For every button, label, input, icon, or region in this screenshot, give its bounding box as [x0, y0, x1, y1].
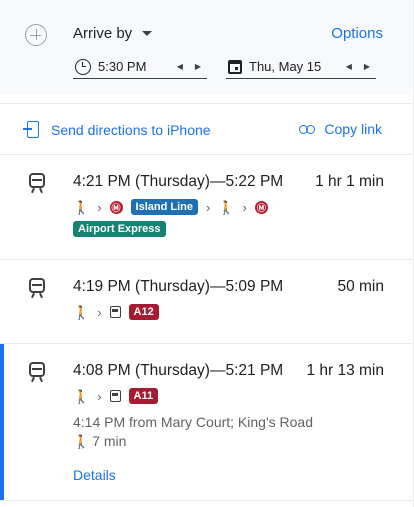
- directions-panel: Arrive by Options 5:30 PM ◀ ▶ Thu, May 1…: [0, 0, 414, 507]
- date-stepper: ◀ ▶: [346, 62, 376, 71]
- time-stepper: ◀ ▶: [177, 62, 207, 71]
- clock-icon: [75, 58, 91, 75]
- bus-icon: [109, 390, 121, 402]
- route-times: 4:08 PM (Thursday)—5:21 PM: [73, 362, 284, 379]
- arrive-by-dropdown[interactable]: Arrive by: [73, 25, 153, 42]
- time-next-button[interactable]: ▶: [195, 62, 201, 71]
- walk-icon: 🚶: [73, 199, 90, 215]
- chevron-right-icon: ›: [97, 199, 102, 215]
- time-value[interactable]: 5:30 PM: [98, 59, 146, 74]
- line-badge: Airport Express: [73, 221, 166, 237]
- route-option[interactable]: 4:19 PM (Thursday)—5:09 PM 50 min 🚶 › A1…: [0, 260, 412, 344]
- train-icon: [28, 173, 46, 193]
- chevron-right-icon: ›: [206, 199, 211, 215]
- route-steps: 🚶 › A11: [73, 388, 303, 404]
- time-prev-button[interactable]: ◀: [177, 62, 183, 71]
- copy-link-label: Copy link: [324, 121, 382, 137]
- chevron-right-icon: ›: [242, 199, 247, 215]
- date-value[interactable]: Thu, May 15: [249, 59, 321, 74]
- mtr-icon: Ⓜ: [254, 200, 268, 214]
- chevron-right-icon: ›: [97, 388, 102, 404]
- route-times: 4:19 PM (Thursday)—5:09 PM: [73, 278, 284, 295]
- walk-icon: 🚶: [73, 433, 90, 449]
- route-duration: 1 hr 1 min: [315, 173, 384, 190]
- route-duration: 50 min: [337, 278, 384, 295]
- caret-down-icon: [142, 31, 153, 36]
- date-prev-button[interactable]: ◀: [346, 62, 352, 71]
- bus-icon: [109, 306, 121, 318]
- chevron-right-icon: ›: [97, 304, 102, 320]
- departure-info: 4:14 PM from Mary Court; King's Road: [73, 414, 313, 430]
- send-to-device-icon: [23, 121, 39, 138]
- link-icon: [299, 124, 316, 134]
- walk-icon: 🚶: [73, 304, 90, 320]
- route-duration: 1 hr 13 min: [306, 362, 384, 379]
- line-badge: Island Line: [130, 199, 198, 215]
- walk-icon: 🚶: [218, 199, 235, 215]
- route-option-selected[interactable]: 4:08 PM (Thursday)—5:21 PM 1 hr 13 min 🚶…: [0, 344, 412, 501]
- route-times: 4:21 PM (Thursday)—5:22 PM: [73, 173, 284, 190]
- train-icon: [28, 362, 46, 382]
- route-steps: 🚶 › A12: [73, 304, 303, 320]
- mtr-icon: Ⓜ: [109, 200, 123, 214]
- route-steps: 🚶 › Ⓜ Island Line › 🚶 › Ⓜ Airport Expres…: [73, 199, 303, 237]
- train-icon: [28, 278, 46, 298]
- route-option[interactable]: 4:21 PM (Thursday)—5:22 PM 1 hr 1 min 🚶 …: [0, 155, 412, 260]
- bus-badge: A12: [128, 304, 159, 320]
- add-destination-icon[interactable]: [25, 24, 47, 46]
- send-to-phone-button[interactable]: Send directions to iPhone: [23, 121, 211, 138]
- share-row: Send directions to iPhone Copy link: [0, 103, 412, 155]
- arrive-by-label: Arrive by: [73, 25, 133, 42]
- walk-icon: 🚶: [73, 388, 90, 404]
- details-link[interactable]: Details: [73, 467, 116, 483]
- date-field[interactable]: Thu, May 15 ◀ ▶: [226, 55, 376, 79]
- directions-header: Arrive by Options 5:30 PM ◀ ▶ Thu, May 1…: [0, 0, 412, 95]
- options-button[interactable]: Options: [331, 25, 383, 42]
- copy-link-button[interactable]: Copy link: [299, 121, 382, 137]
- date-next-button[interactable]: ▶: [364, 62, 370, 71]
- bus-badge: A11: [128, 388, 159, 404]
- calendar-icon: [228, 59, 242, 74]
- walk-duration: 🚶 7 min: [73, 433, 126, 449]
- send-to-phone-label: Send directions to iPhone: [51, 121, 211, 138]
- walk-duration-value: 7 min: [92, 433, 127, 449]
- time-field[interactable]: 5:30 PM ◀ ▶: [73, 55, 207, 79]
